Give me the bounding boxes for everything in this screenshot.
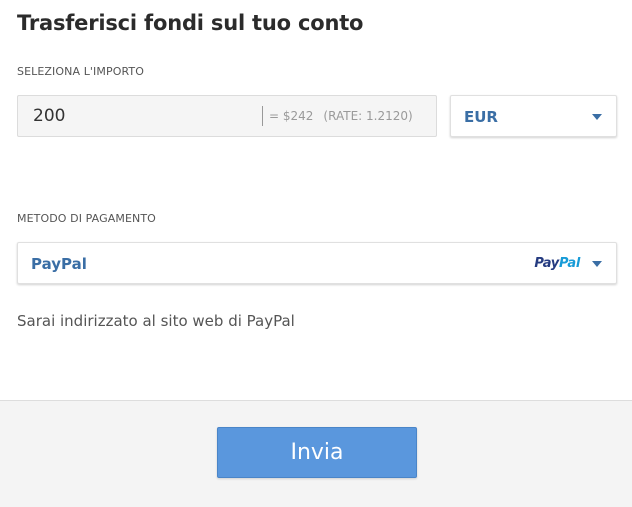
amount-field: = $242 (RATE: 1.2120) bbox=[17, 95, 437, 137]
submit-button[interactable]: Invia bbox=[217, 427, 417, 478]
conversion-info: = $242 (RATE: 1.2120) bbox=[262, 106, 413, 126]
chevron-down-icon bbox=[592, 261, 602, 267]
payment-method-select[interactable]: PayPal PayPal bbox=[17, 242, 617, 284]
exchange-rate: (RATE: 1.2120) bbox=[323, 109, 413, 123]
payment-selected-value: PayPal bbox=[31, 255, 87, 273]
currency-select[interactable]: EUR bbox=[450, 95, 617, 137]
transfer-funds-dialog: Trasferisci fondi sul tuo conto SELEZION… bbox=[0, 0, 632, 507]
currency-selected-value: EUR bbox=[464, 108, 498, 126]
redirect-info-text: Sarai indirizzato al sito web di PayPal bbox=[17, 312, 295, 330]
payment-section-label: METODO DI PAGAMENTO bbox=[17, 212, 156, 225]
paypal-logo: PayPal bbox=[534, 256, 580, 271]
converted-amount: = $242 bbox=[269, 109, 314, 123]
dialog-title: Trasferisci fondi sul tuo conto bbox=[17, 11, 364, 35]
chevron-down-icon bbox=[592, 114, 602, 120]
amount-section-label: SELEZIONA L'IMPORTO bbox=[17, 65, 144, 78]
amount-input[interactable] bbox=[18, 96, 258, 136]
dialog-footer: Invia bbox=[0, 400, 632, 507]
